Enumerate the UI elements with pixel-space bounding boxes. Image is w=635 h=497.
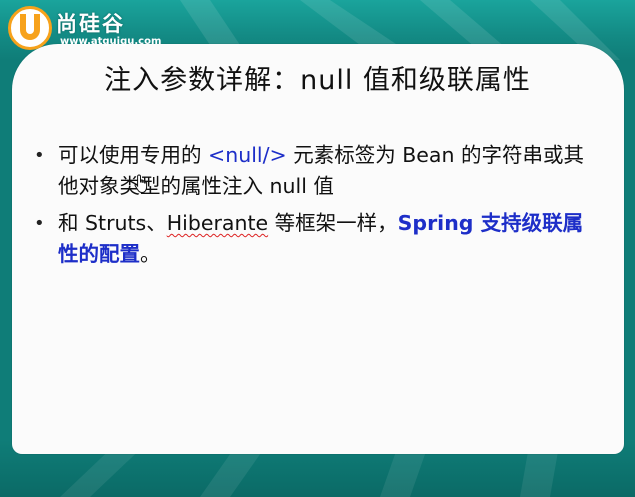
bullet-text: 可以使用专用的 [58,143,209,167]
hand-pointer-icon [134,174,148,194]
bullet-text: 和 Struts、 [58,211,167,235]
logo-name: 尚硅谷 [56,12,125,36]
logo-url: www.atguigu.com [60,36,162,47]
slide-title: 注入参数详解：null 值和级联属性 [104,65,531,96]
bullet-dot: • [34,213,45,234]
bullet-item-cascade: • 和 Struts、Hiberante 等框架一样，Spring 支持级联属性… [34,208,594,270]
null-tag-highlight: <null/> [208,143,287,167]
bullet-list: • 可以使用专用的 <null/> 元素标签为 Bean 的字符串或其他对象类型… [34,140,594,276]
hiberante-text: Hiberante [166,211,269,235]
bullet-dot: • [34,145,45,166]
logo-u-icon [8,6,52,50]
bullet-text: 等框架一样， [268,211,398,235]
bullet-text: 。 [140,242,161,266]
brand-logo: 尚硅谷 www.atguigu.com [8,6,168,54]
bullet-item-null: • 可以使用专用的 <null/> 元素标签为 Bean 的字符串或其他对象类型… [34,140,594,202]
